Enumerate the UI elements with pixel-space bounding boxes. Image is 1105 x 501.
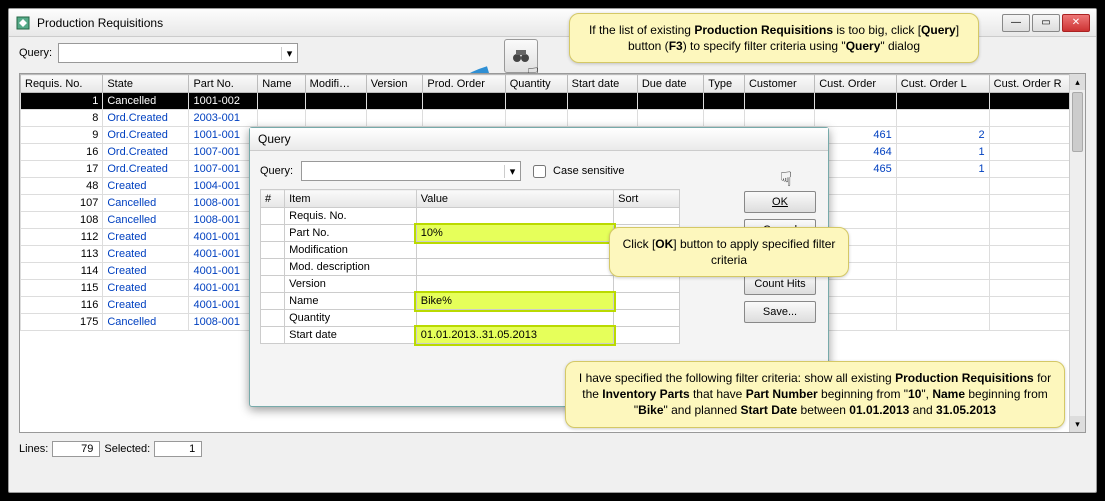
column-header[interactable]: Item bbox=[285, 190, 417, 208]
query-input[interactable] bbox=[59, 47, 281, 59]
lines-value: 79 bbox=[52, 441, 100, 457]
status-bar: Lines: 79 Selected: 1 bbox=[9, 437, 1096, 461]
chevron-down-icon[interactable]: ▾ bbox=[281, 47, 297, 60]
column-header[interactable]: Cust. Order bbox=[815, 75, 897, 93]
query-combo[interactable]: ▾ bbox=[58, 43, 298, 63]
criteria-value[interactable]: Bike% bbox=[416, 293, 613, 310]
lines-label: Lines: bbox=[19, 443, 48, 455]
criteria-value[interactable] bbox=[416, 242, 613, 259]
callout-bottom: I have specified the following filter cr… bbox=[565, 361, 1065, 428]
criteria-row[interactable]: Version bbox=[261, 276, 680, 293]
app-icon bbox=[15, 15, 31, 31]
main-window: Production Requisitions — ▭ ✕ Query: ▾ ☟… bbox=[8, 8, 1097, 493]
column-header[interactable]: Version bbox=[366, 75, 423, 93]
callout-top: If the list of existing Production Requi… bbox=[569, 13, 979, 63]
query-label: Query: bbox=[19, 47, 52, 59]
selected-value: 1 bbox=[154, 441, 202, 457]
minimize-button[interactable]: — bbox=[1002, 14, 1030, 32]
column-header[interactable]: Start date bbox=[567, 75, 637, 93]
criteria-value[interactable] bbox=[416, 208, 613, 225]
column-header[interactable]: Requis. No. bbox=[21, 75, 103, 93]
scroll-up-icon[interactable]: ▴ bbox=[1070, 74, 1085, 90]
criteria-value[interactable] bbox=[416, 276, 613, 293]
column-header[interactable]: Quantity bbox=[505, 75, 567, 93]
dialog-query-label: Query: bbox=[260, 165, 293, 177]
criteria-row[interactable]: NameBike% bbox=[261, 293, 680, 310]
case-checkbox-input[interactable] bbox=[533, 165, 546, 178]
dialog-title: Query bbox=[250, 128, 828, 151]
criteria-row[interactable]: Requis. No. bbox=[261, 208, 680, 225]
column-header[interactable]: Due date bbox=[637, 75, 703, 93]
dialog-query-combo[interactable]: ▾ bbox=[301, 161, 521, 181]
scroll-down-icon[interactable]: ▾ bbox=[1070, 416, 1085, 432]
column-header[interactable]: Cust. Order L bbox=[896, 75, 989, 93]
case-label: Case sensitive bbox=[553, 165, 625, 177]
criteria-value[interactable]: 01.01.2013..31.05.2013 bbox=[416, 327, 613, 344]
column-header[interactable]: Name bbox=[258, 75, 305, 93]
criteria-value[interactable] bbox=[416, 259, 613, 276]
column-header[interactable]: Prod. Order bbox=[423, 75, 505, 93]
scroll-thumb[interactable] bbox=[1072, 92, 1083, 152]
column-header[interactable]: Part No. bbox=[189, 75, 258, 93]
criteria-value[interactable] bbox=[416, 310, 613, 327]
query-toolbar-button[interactable] bbox=[504, 39, 538, 73]
maximize-button[interactable]: ▭ bbox=[1032, 14, 1060, 32]
close-button[interactable]: ✕ bbox=[1062, 14, 1090, 32]
column-header[interactable]: Customer bbox=[744, 75, 814, 93]
selected-label: Selected: bbox=[104, 443, 150, 455]
criteria-row[interactable]: Quantity bbox=[261, 310, 680, 327]
column-header[interactable]: Type bbox=[704, 75, 745, 93]
dialog-query-input[interactable] bbox=[302, 165, 504, 177]
criteria-value[interactable]: 10% bbox=[416, 225, 613, 242]
chevron-down-icon[interactable]: ▾ bbox=[504, 165, 520, 178]
column-header[interactable]: Value bbox=[416, 190, 613, 208]
save-button[interactable]: Save... bbox=[744, 301, 816, 323]
column-header[interactable]: Sort bbox=[614, 190, 680, 208]
table-row[interactable]: 1Cancelled1001-002 bbox=[21, 93, 1085, 110]
column-header[interactable]: # bbox=[261, 190, 285, 208]
table-row[interactable]: 8Ord.Created2003-001 bbox=[21, 110, 1085, 127]
callout-mid: Click [OK] button to apply specified fil… bbox=[609, 227, 849, 277]
column-header[interactable]: Modifi… bbox=[305, 75, 366, 93]
vertical-scrollbar[interactable]: ▴ ▾ bbox=[1069, 74, 1085, 432]
criteria-row[interactable]: Start date01.01.2013..31.05.2013 bbox=[261, 327, 680, 344]
binoculars-icon bbox=[511, 46, 531, 66]
case-sensitive-checkbox[interactable]: Case sensitive bbox=[529, 162, 625, 181]
ok-button[interactable]: OK bbox=[744, 191, 816, 213]
column-header[interactable]: State bbox=[103, 75, 189, 93]
